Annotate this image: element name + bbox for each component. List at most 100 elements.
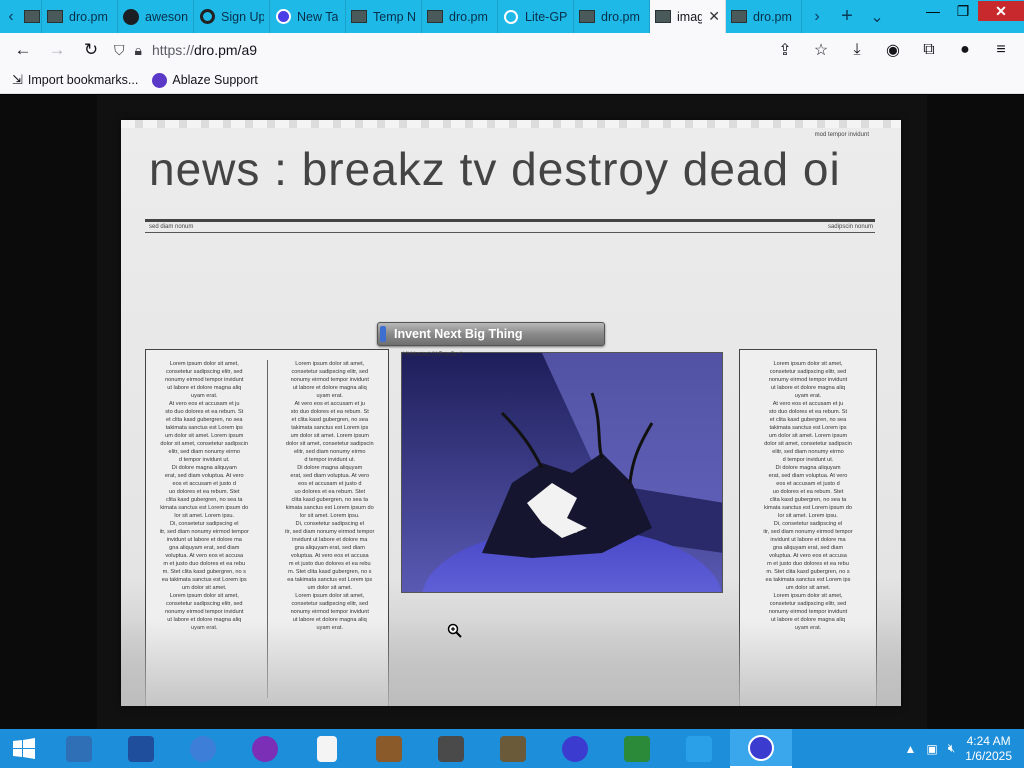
new-tab-icon[interactable]: + xyxy=(832,0,862,33)
film-icon xyxy=(579,9,595,25)
clock[interactable]: 4:24 AM 1/6/2025 xyxy=(965,734,1012,764)
virus-icon[interactable] xyxy=(544,729,606,768)
share-icon[interactable]: ⇪ xyxy=(770,35,800,65)
extensions-icon[interactable]: ⧉ xyxy=(914,35,944,65)
tab-dro-pm-3[interactable]: dro.pm xyxy=(574,0,650,33)
navigation-bar: ← → ↻ ⛉ 🔒︎ https://dro.pm/a9 ⇪ ☆ ⤓ ◉ ⧉ ●… xyxy=(0,33,1024,67)
subline-right: sadipscin nonum xyxy=(827,224,873,230)
tab-lite-gpt[interactable]: Lite-GP xyxy=(498,0,574,33)
newspaper-image[interactable]: mod tempor invidunt news : breakz tv des… xyxy=(121,120,901,706)
news-photo-art xyxy=(402,353,722,592)
tab-label: dro.pm xyxy=(753,9,792,24)
newspaper-headline: news : breakz tv destroy dead oi xyxy=(149,143,841,195)
tab-dro-pm-2[interactable]: dro.pm xyxy=(422,0,498,33)
tab-scroll-right-icon[interactable]: › xyxy=(802,0,832,33)
tab-temp[interactable]: Temp N xyxy=(346,0,422,33)
tab-new-tab[interactable]: New Ta xyxy=(270,0,346,33)
network-icon[interactable]: ▣ xyxy=(926,742,937,756)
banner-text: Invent Next Big Thing xyxy=(394,327,523,341)
page-content: mod tempor invidunt news : breakz tv des… xyxy=(0,95,1024,729)
tab-favicon-icon xyxy=(24,9,40,25)
tab-partial[interactable] xyxy=(22,0,42,33)
tab-label: imag xyxy=(677,9,703,24)
ablaze-browser-icon[interactable] xyxy=(730,729,792,768)
tab-strip: ‹ dro.pm aweson Sign Up New Ta Temp N dr… xyxy=(0,0,1024,33)
photo-caption: Hi-Hosted (Y-Pro-Gr -) xyxy=(403,352,463,358)
taskbar: ▲ ▣ 🔇︎ 4:24 AM 1/6/2025 xyxy=(0,729,1024,768)
yahoo-messenger-icon[interactable] xyxy=(234,729,296,768)
banner-accent xyxy=(380,326,386,342)
windsurf-icon[interactable] xyxy=(668,729,730,768)
sync-icon[interactable] xyxy=(172,729,234,768)
paper-edge xyxy=(121,120,901,128)
tab-awesome[interactable]: aweson xyxy=(118,0,194,33)
restore-icon[interactable]: ❐ xyxy=(948,1,978,21)
reload-icon[interactable]: ↻ xyxy=(74,35,108,65)
film-icon xyxy=(731,9,747,25)
zoom-in-cursor-icon xyxy=(447,623,462,638)
github-icon xyxy=(123,8,139,25)
bookmarks-toolbar: ⇲ Import bookmarks... Ablaze Support xyxy=(0,67,1024,94)
subline-left: sed diam nonum xyxy=(149,224,194,230)
bookmark-ablaze-support[interactable]: Ablaze Support xyxy=(152,72,258,88)
tab-sign-up[interactable]: Sign Up xyxy=(194,0,270,33)
bookmark-import[interactable]: ⇲ Import bookmarks... xyxy=(12,72,138,88)
tab-dro-pm-4[interactable]: dro.pm xyxy=(726,0,802,33)
back-arrow-icon[interactable]: ← xyxy=(6,35,40,65)
camera-app-icon[interactable] xyxy=(420,729,482,768)
film-icon xyxy=(427,9,443,25)
news-photo xyxy=(401,352,723,593)
tab-label: Sign Up xyxy=(221,9,264,24)
tab-dro-pm-1[interactable]: dro.pm xyxy=(42,0,118,33)
window-controls: — ❐ ✕ xyxy=(918,0,1024,33)
ablaze-icon xyxy=(152,72,168,88)
blank-document-icon[interactable] xyxy=(296,729,358,768)
bookmark-label: Import bookmarks... xyxy=(27,73,139,87)
headline-banner: Invent Next Big Thing xyxy=(377,322,605,346)
image-stage[interactable]: mod tempor invidunt news : breakz tv des… xyxy=(97,95,927,729)
tab-scroll-left-icon[interactable]: ‹ xyxy=(0,0,22,33)
forward-arrow-icon[interactable]: → xyxy=(40,35,74,65)
tab-list: dro.pm aweson Sign Up New Ta Temp N dro.… xyxy=(22,0,802,33)
minecraft-chest-icon[interactable] xyxy=(358,729,420,768)
firefox-icon xyxy=(275,9,291,25)
tab-label: dro.pm xyxy=(69,9,108,24)
film-icon xyxy=(47,9,63,25)
list-all-tabs-icon[interactable]: ⌄ xyxy=(862,0,892,33)
minimize-icon[interactable]: — xyxy=(918,1,948,21)
close-tab-icon[interactable]: ✕ xyxy=(708,8,720,25)
menu-icon[interactable]: ≡ xyxy=(986,35,1016,65)
shield-icon[interactable]: ⛉ xyxy=(114,42,125,59)
column-text: Lorem ipsum dolor sit amet, consetetur s… xyxy=(763,361,853,631)
bookmark-star-icon[interactable]: ☆ xyxy=(806,35,836,65)
film-icon xyxy=(655,9,671,25)
tab-label: dro.pm xyxy=(601,9,640,24)
downloads-icon[interactable]: ⤓ xyxy=(842,35,872,65)
close-window-icon[interactable]: ✕ xyxy=(978,1,1024,21)
tab-label: dro.pm xyxy=(449,9,488,24)
toolbar-actions: ⇪ ☆ ⤓ ◉ ⧉ ● ≡ xyxy=(770,35,1024,65)
windows-start-icon[interactable] xyxy=(0,729,48,768)
profile-icon[interactable]: ● xyxy=(950,35,980,65)
film-icon xyxy=(351,9,367,25)
openai-icon xyxy=(199,9,215,25)
tab-image-active[interactable]: imag ✕ xyxy=(650,0,726,33)
import-icon: ⇲ xyxy=(12,72,23,87)
volume-muted-icon[interactable]: 🔇︎ xyxy=(948,741,956,756)
tab-label: aweson xyxy=(145,9,188,24)
show-hidden-icons-icon[interactable]: ▲ xyxy=(904,742,916,756)
tab-label: Temp N xyxy=(373,9,416,24)
paper-top-label: mod tempor invidunt xyxy=(814,132,869,138)
file-explorer-icon[interactable] xyxy=(48,729,110,768)
tab-label: Lite-GP xyxy=(525,9,568,24)
url-text[interactable]: https://dro.pm/a9 xyxy=(152,42,257,58)
gimp-icon[interactable] xyxy=(482,729,544,768)
bookmark-label: Ablaze Support xyxy=(172,73,258,87)
tab-label: New Ta xyxy=(297,9,339,24)
clock-date: 1/6/2025 xyxy=(965,748,1012,763)
computer-99-icon[interactable] xyxy=(606,729,668,768)
powershell-icon[interactable] xyxy=(110,729,172,768)
address-bar[interactable]: ⛉ 🔒︎ https://dro.pm/a9 xyxy=(114,35,714,65)
account-icon[interactable]: ◉ xyxy=(878,35,908,65)
lock-icon[interactable]: 🔒︎ xyxy=(135,42,142,59)
